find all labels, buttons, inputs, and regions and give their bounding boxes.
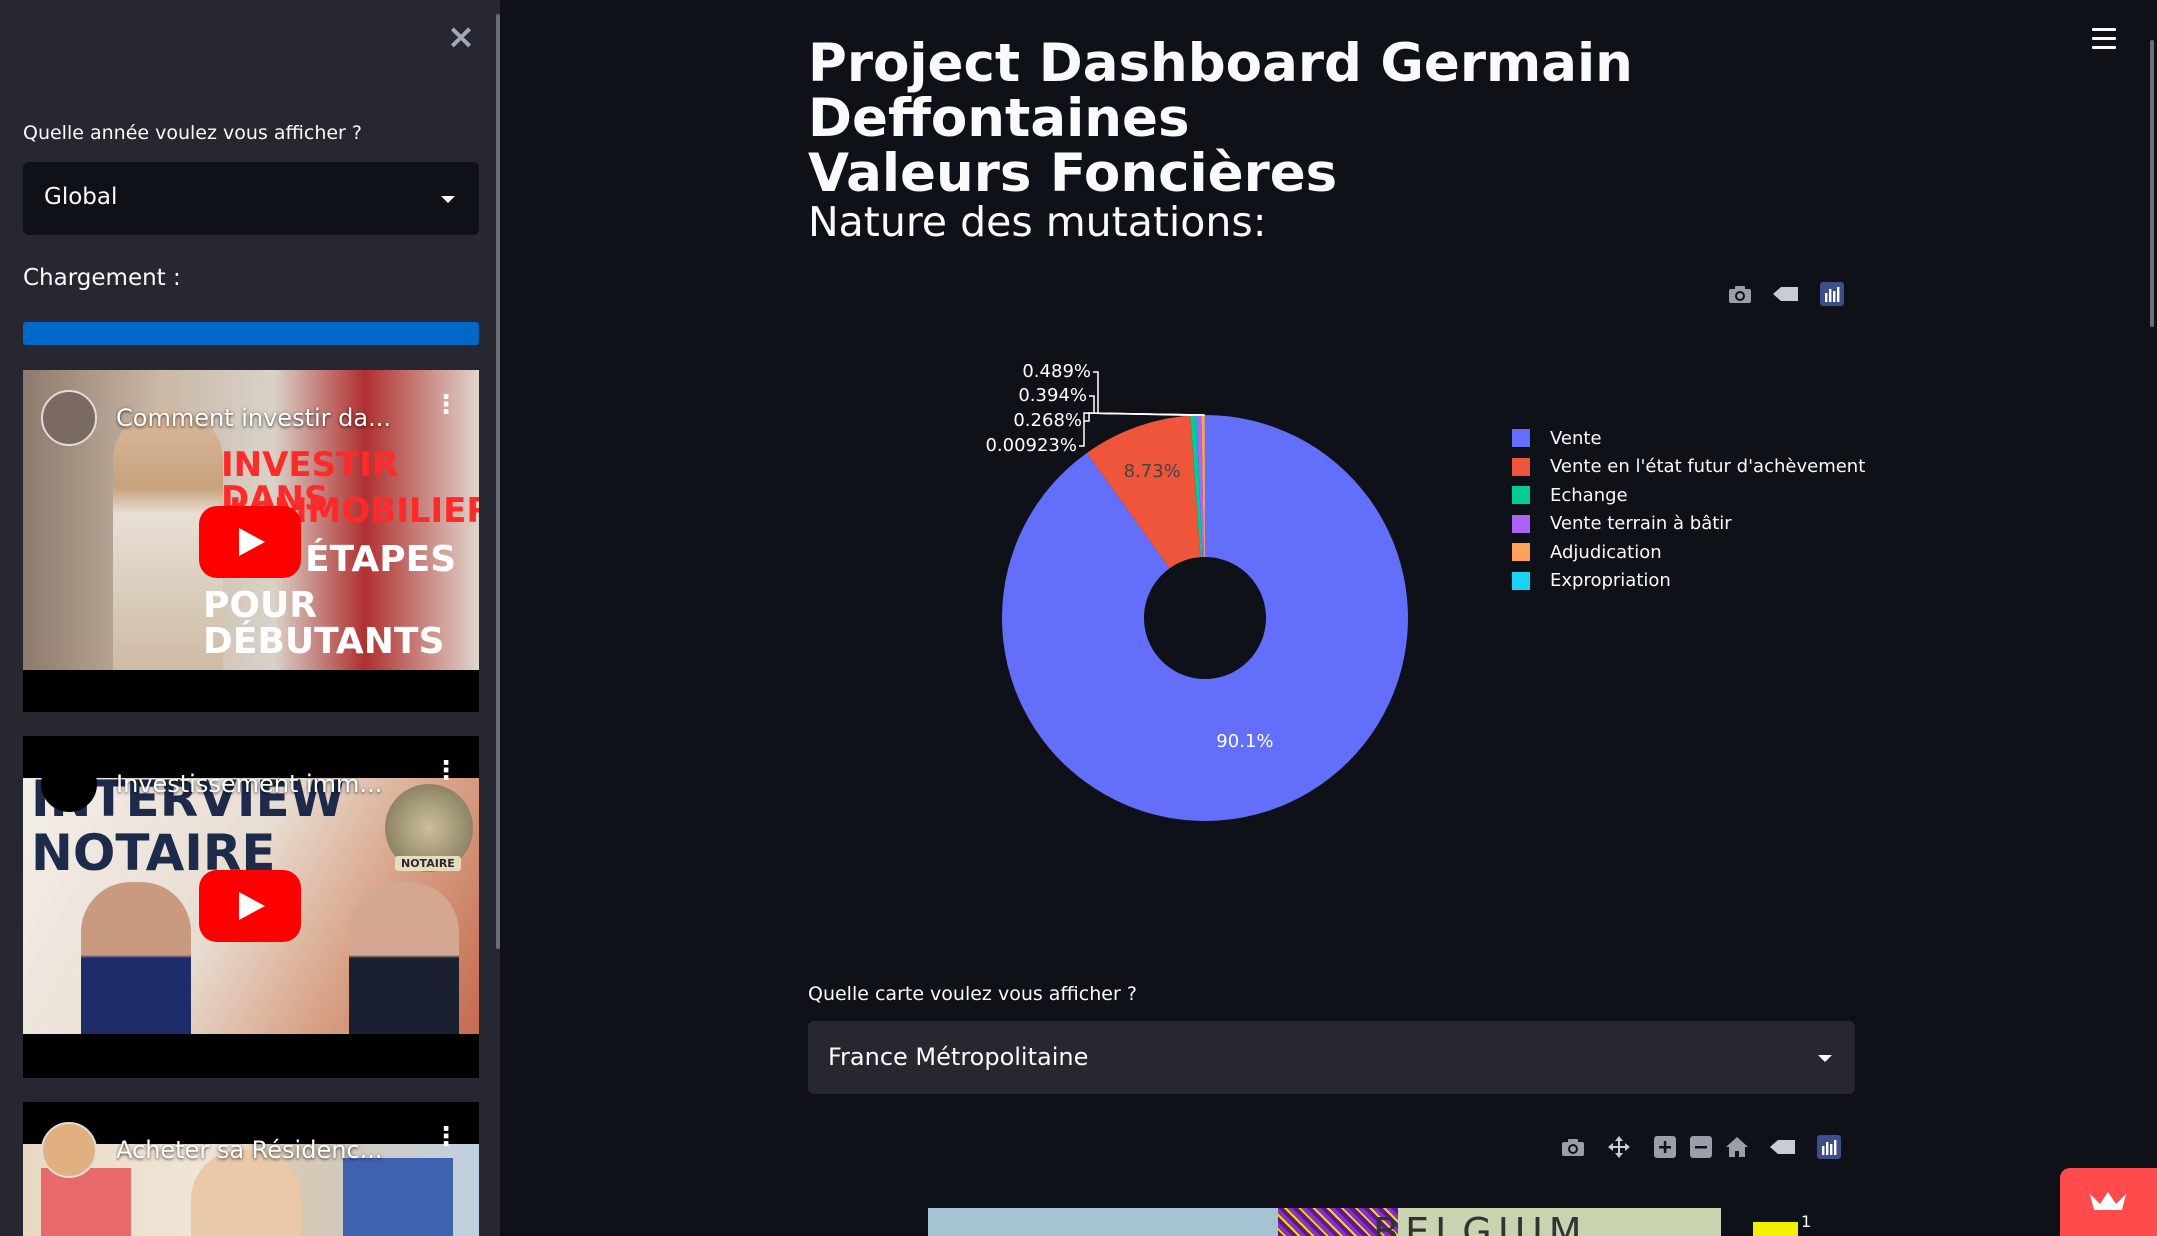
loading-label: Chargement : — [23, 265, 181, 291]
person-right — [349, 882, 459, 1034]
plotly-logo-icon[interactable] — [1814, 279, 1850, 309]
legend-swatch — [1512, 543, 1530, 562]
map-colorbar — [1753, 1222, 1798, 1236]
pie-leader-line — [1093, 371, 1194, 417]
camera-icon[interactable] — [1555, 1132, 1591, 1162]
person-left — [81, 882, 191, 1034]
legend-swatch — [1512, 457, 1530, 476]
legend-label: Vente — [1550, 427, 1602, 449]
page-title: Project Dashboard Germain Deffontaines V… — [808, 36, 1908, 201]
plotly-logo-icon[interactable] — [1811, 1132, 1847, 1162]
play-button-icon[interactable] — [199, 506, 301, 578]
channel-avatar[interactable] — [41, 390, 97, 446]
sidebar-scrollbar[interactable] — [496, 14, 500, 949]
pie-slice-label: 0.394% — [1018, 385, 1087, 406]
tag-hover-icon[interactable] — [1768, 279, 1804, 309]
legend-item[interactable]: Vente terrain à bâtir — [1512, 510, 1865, 539]
reset-home-icon[interactable] — [1719, 1132, 1755, 1162]
legend-label: Vente terrain à bâtir — [1550, 513, 1732, 535]
france-map[interactable]: BELGIUM — [928, 1208, 1721, 1236]
pie-leader-line — [1089, 395, 1199, 416]
pie-chart-legend: Vente Vente en l'état futur d'achèvement E… — [1512, 424, 1865, 595]
legend-item[interactable]: Expropriation — [1512, 567, 1865, 596]
page-title-line-1: Project Dashboard Germain Deffontaines — [808, 33, 1633, 149]
loading-progress-bar — [23, 322, 479, 345]
map-select-value: France Métropolitaine — [828, 1043, 1089, 1071]
pie-chart-modebar — [1722, 279, 1850, 309]
pie-slice-label: 0.489% — [1022, 361, 1091, 382]
zoom-out-icon[interactable] — [1683, 1132, 1719, 1162]
house-illustration — [41, 1168, 131, 1236]
pie-slice-label: 90.1% — [1216, 731, 1273, 752]
crown-icon — [2090, 1192, 2126, 1210]
pan-icon[interactable] — [1601, 1132, 1637, 1162]
legend-item[interactable]: Vente — [1512, 424, 1865, 453]
notaire-seal-badge: NOTAIRE — [395, 856, 461, 871]
pie-slice-label: 0.00923% — [985, 435, 1077, 456]
streamlit-deploy-badge[interactable] — [2060, 1168, 2157, 1236]
channel-avatar[interactable] — [41, 756, 97, 812]
video-title[interactable]: Acheter sa Résidenc... — [116, 1136, 416, 1164]
video-embed-2[interactable]: INTERVIEW NOTAIRE NOTAIRE Investissement… — [23, 736, 479, 1078]
legend-item[interactable]: Echange — [1512, 481, 1865, 510]
year-select-value: Global — [44, 184, 118, 210]
sidebar: × Quelle année voulez vous afficher ? Gl… — [0, 0, 500, 1236]
zoom-in-icon[interactable] — [1647, 1132, 1683, 1162]
video-embed-3[interactable]: Acheter sa Résidenc... ⋮ — [23, 1102, 479, 1236]
pie-section-subtitle: Nature des mutations: — [808, 198, 1267, 246]
video-title[interactable]: Comment investir da... — [116, 404, 416, 432]
close-icon[interactable]: × — [446, 20, 476, 54]
map-select-label: Quelle carte voulez vous afficher ? — [808, 983, 1137, 1005]
chevron-down-icon — [1818, 1055, 1832, 1062]
map-country-label: BELGIUM — [1373, 1210, 1588, 1236]
legend-label: Expropriation — [1550, 570, 1671, 592]
building-illustration — [343, 1158, 453, 1236]
video-embed-1[interactable]: INVESTIR DANS L'IMMOBILIER ÉTAPES POUR D… — [23, 370, 479, 712]
year-select[interactable]: Global — [23, 162, 479, 235]
year-select-label: Quelle année voulez vous afficher ? — [23, 122, 362, 144]
more-options-icon[interactable]: ⋮ — [433, 758, 459, 798]
legend-swatch — [1512, 514, 1530, 533]
legend-label: Adjudication — [1550, 541, 1662, 563]
more-options-icon[interactable]: ⋮ — [433, 1124, 459, 1164]
legend-label: Echange — [1550, 484, 1628, 506]
map-select[interactable]: France Métropolitaine — [808, 1021, 1855, 1094]
page-title-line-2: Valeurs Foncières — [808, 143, 1338, 204]
thumbnail-overlay-text: ÉTAPES — [305, 539, 457, 580]
legend-swatch — [1512, 486, 1530, 505]
legend-item[interactable]: Vente en l'état futur d'achèvement — [1512, 453, 1865, 482]
tag-hover-icon[interactable] — [1765, 1132, 1801, 1162]
pie-slice-label: 0.268% — [1013, 410, 1082, 431]
loading-progress-fill — [23, 322, 479, 345]
more-options-icon[interactable]: ⋮ — [433, 392, 459, 432]
map-chart-modebar — [1555, 1132, 1847, 1162]
channel-avatar[interactable] — [41, 1122, 97, 1178]
legend-label: Vente en l'état futur d'achèvement — [1550, 456, 1866, 478]
legend-swatch — [1512, 429, 1530, 448]
map-colorbar-tick: 1 — [1801, 1212, 1812, 1231]
camera-icon[interactable] — [1722, 279, 1758, 309]
hamburger-menu-icon[interactable] — [2092, 28, 2116, 49]
legend-swatch — [1512, 571, 1530, 590]
chevron-down-icon — [441, 196, 455, 203]
thumbnail-overlay-text: POUR DÉBUTANTS — [203, 585, 445, 662]
pie-slice-label: 8.73% — [1124, 461, 1181, 482]
legend-item[interactable]: Adjudication — [1512, 538, 1865, 567]
main-scrollbar[interactable] — [2150, 40, 2154, 327]
play-button-icon[interactable] — [199, 870, 301, 942]
video-title[interactable]: Investissement imm... — [116, 770, 416, 798]
